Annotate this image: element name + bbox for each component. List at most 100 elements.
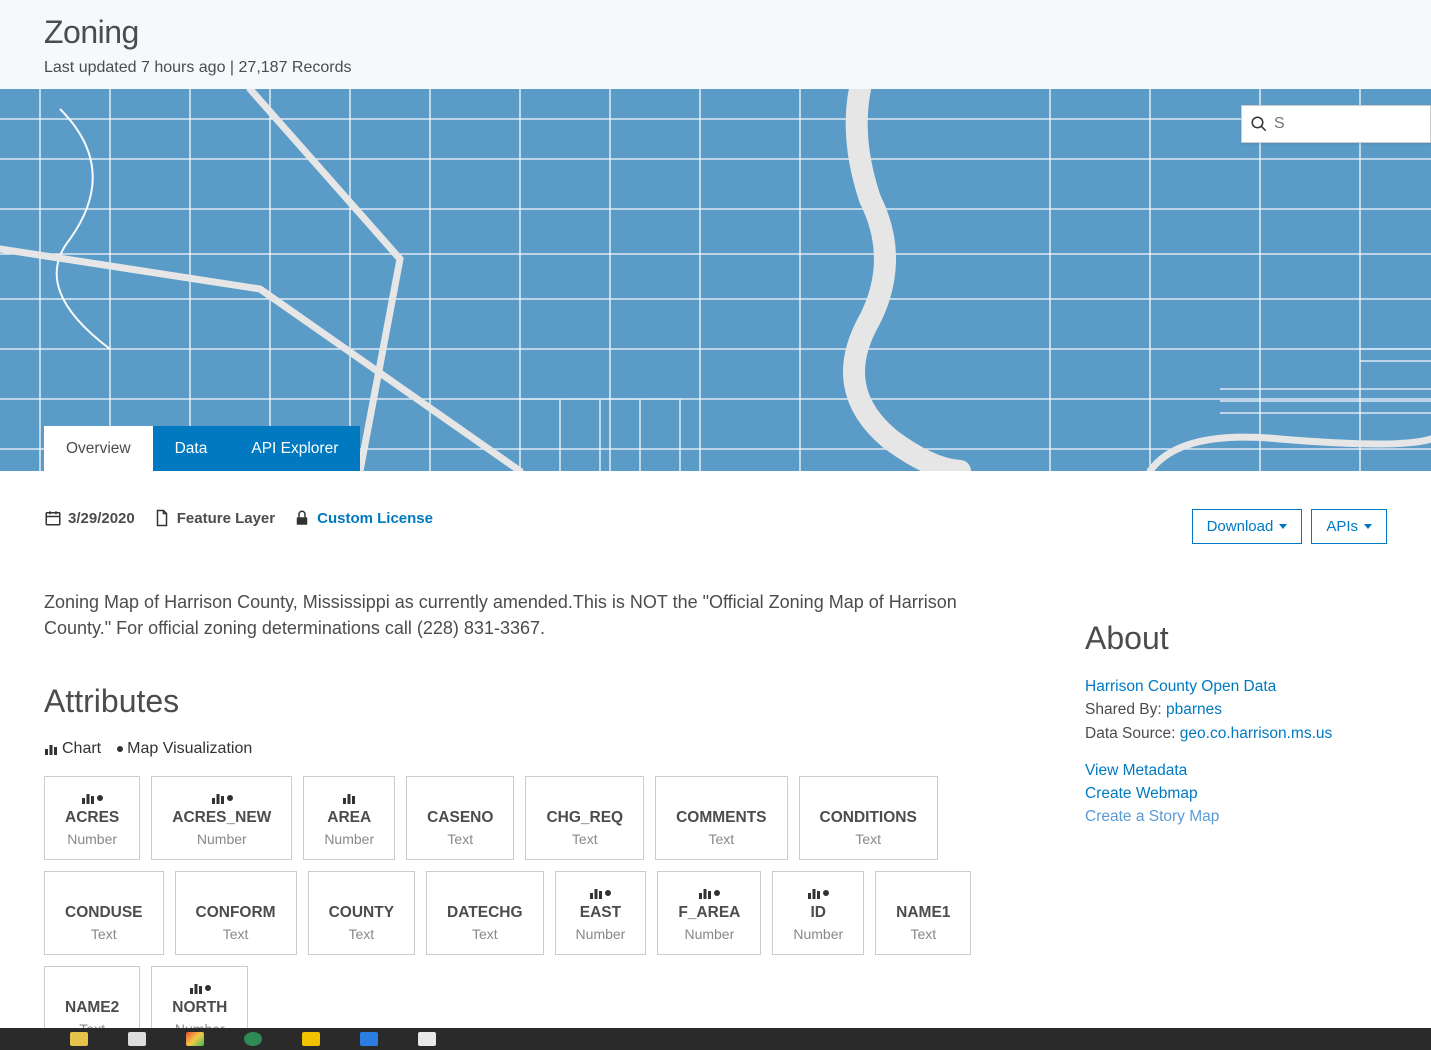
attribute-type: Number	[576, 926, 626, 942]
attribute-name: CASENO	[427, 809, 493, 827]
attribute-name: CONDITIONS	[820, 809, 917, 827]
header: Zoning Last updated 7 hours ago | 27,187…	[0, 0, 1431, 89]
attribute-card[interactable]: CHG_REQ Text	[525, 776, 644, 860]
attribute-card[interactable]: CASENO Text	[406, 776, 514, 860]
download-button[interactable]: Download	[1192, 509, 1303, 544]
meta-license: Custom License	[293, 509, 433, 527]
os-taskbar[interactable]	[0, 1028, 1431, 1050]
attribute-name: NAME1	[896, 904, 950, 922]
attribute-type: Text	[855, 831, 881, 847]
attribute-cards: ACRESNumberACRES_NEWNumberAREANumberCASE…	[44, 776, 984, 1050]
caret-down-icon	[1279, 524, 1287, 529]
attribute-card[interactable]: F_AREANumber	[657, 871, 761, 955]
attribute-name: ACRES_NEW	[172, 809, 271, 827]
attribute-type: Text	[708, 831, 734, 847]
file-icon	[153, 509, 171, 527]
org-link[interactable]: Harrison County Open Data	[1085, 678, 1276, 695]
meta-layer-type: Feature Layer	[153, 509, 275, 527]
attribute-name: COUNTY	[329, 904, 394, 922]
attribute-card[interactable]: CONDUSE Text	[44, 871, 164, 955]
legend-map: Map Visualization	[117, 740, 252, 758]
attribute-type: Number	[793, 926, 843, 942]
attribute-legend: Chart Map Visualization	[44, 740, 1045, 758]
attribute-type: Number	[197, 831, 247, 847]
tab-api-explorer[interactable]: API Explorer	[229, 426, 360, 471]
tab-data[interactable]: Data	[153, 426, 230, 471]
description: Zoning Map of Harrison County, Mississip…	[44, 589, 974, 641]
attribute-type: Number	[324, 831, 374, 847]
dot-icon	[227, 795, 233, 801]
legend-chart: Chart	[44, 740, 101, 758]
attribute-type: Text	[572, 831, 598, 847]
taskbar-item[interactable]	[418, 1032, 436, 1046]
search-icon	[1250, 115, 1268, 133]
dot-icon	[714, 890, 720, 896]
chart-icon	[81, 792, 95, 804]
attribute-card[interactable]: DATECHG Text	[426, 871, 544, 955]
view-metadata-link[interactable]: View Metadata	[1085, 762, 1187, 779]
page-subtitle: Last updated 7 hours ago | 27,187 Record…	[44, 59, 1387, 77]
attribute-card[interactable]: COUNTYText	[308, 871, 415, 955]
tabs: Overview Data API Explorer	[44, 426, 360, 471]
chart-icon	[189, 982, 203, 994]
meta-layer-type-text: Feature Layer	[177, 510, 275, 527]
meta-row: 3/29/2020 Feature Layer Custom License	[44, 509, 1045, 527]
taskbar-item[interactable]	[244, 1032, 262, 1046]
attribute-card[interactable]: ID Number	[772, 871, 864, 955]
attribute-name: ID	[811, 904, 827, 922]
create-storymap-link[interactable]: Create a Story Map	[1085, 808, 1219, 825]
taskbar-item[interactable]	[186, 1032, 204, 1046]
lock-icon	[293, 509, 311, 527]
tab-overview[interactable]: Overview	[44, 426, 153, 471]
dot-icon	[823, 890, 829, 896]
attribute-name: DATECHG	[447, 904, 523, 922]
attribute-name: CHG_REQ	[546, 809, 623, 827]
attribute-card[interactable]: NAME1 Text	[875, 871, 971, 955]
card-icons	[698, 886, 720, 900]
shared-by-label: Shared By:	[1085, 701, 1166, 718]
attribute-card[interactable]: EAST Number	[555, 871, 647, 955]
action-buttons: Download APIs	[1085, 509, 1387, 544]
attribute-card[interactable]: ACRES_NEW Number	[151, 776, 292, 860]
shared-by-link[interactable]: pbarnes	[1166, 701, 1222, 718]
attribute-card[interactable]: CONFORMText	[175, 871, 297, 955]
attribute-card[interactable]: COMMENTS Text	[655, 776, 787, 860]
taskbar-item[interactable]	[70, 1032, 88, 1046]
data-source-link[interactable]: geo.co.harrison.ms.us	[1180, 725, 1333, 742]
attribute-type: Text	[472, 926, 498, 942]
card-icons	[81, 791, 103, 805]
taskbar-item[interactable]	[302, 1032, 320, 1046]
sidebar: Download APIs About Harrison County Open…	[1085, 509, 1387, 1050]
dot-icon	[605, 890, 611, 896]
attribute-name: COMMENTS	[676, 809, 766, 827]
card-icons	[589, 886, 611, 900]
map-preview[interactable]: Overview Data API Explorer	[0, 89, 1431, 471]
attribute-type: Text	[447, 831, 473, 847]
taskbar-item[interactable]	[128, 1032, 146, 1046]
map-search-input[interactable]	[1274, 115, 1422, 133]
attribute-type: Number	[67, 831, 117, 847]
attribute-type: Text	[91, 926, 117, 942]
content: 3/29/2020 Feature Layer Custom License	[0, 471, 1431, 1050]
about-heading: About	[1085, 620, 1387, 657]
attribute-card[interactable]: AREANumber	[303, 776, 395, 860]
attribute-card[interactable]: CONDITIONS Text	[799, 776, 938, 860]
card-icons	[189, 981, 211, 995]
license-link[interactable]: Custom License	[317, 510, 433, 527]
attribute-card[interactable]: ACRESNumber	[44, 776, 140, 860]
meta-date-text: 3/29/2020	[68, 510, 135, 527]
taskbar-item[interactable]	[360, 1032, 378, 1046]
attribute-type: Text	[910, 926, 936, 942]
chart-icon	[698, 887, 712, 899]
attribute-name: NAME2	[65, 999, 119, 1017]
map-search[interactable]	[1241, 105, 1431, 143]
page-root: { "header": { "title": "Zoning", "subtit…	[0, 0, 1431, 1050]
attribute-name: EAST	[580, 904, 621, 922]
create-webmap-link[interactable]: Create Webmap	[1085, 785, 1198, 802]
calendar-icon	[44, 509, 62, 527]
attribute-name: CONDUSE	[65, 904, 143, 922]
chart-icon	[589, 887, 603, 899]
map-svg	[0, 89, 1431, 471]
chart-icon	[44, 743, 58, 755]
apis-button[interactable]: APIs	[1311, 509, 1387, 544]
